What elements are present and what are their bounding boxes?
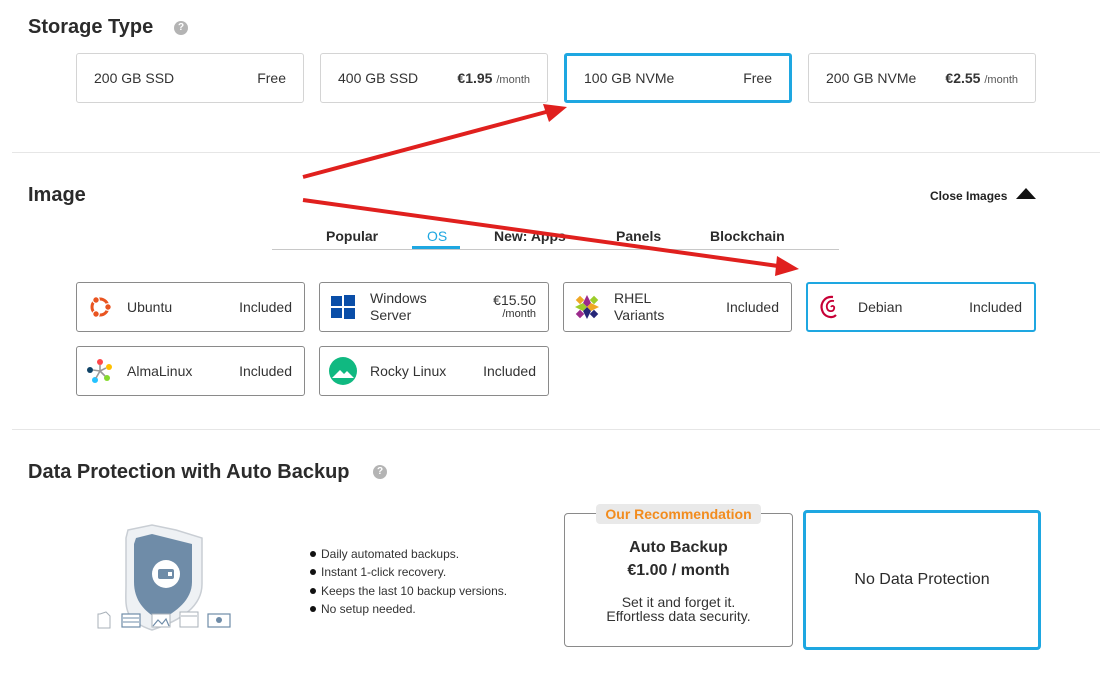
backup-features-list: Daily automated backups. Instant 1-click…: [310, 545, 507, 618]
os-price: Included: [726, 299, 779, 315]
os-price: Included: [239, 299, 292, 315]
os-card-debian[interactable]: Debian Included: [806, 282, 1036, 332]
almalinux-logo-icon: [85, 356, 115, 386]
os-name: Ubuntu: [127, 298, 173, 315]
annotation-arrowhead-icon: [775, 256, 799, 276]
storage-option-name: 200 GB SSD: [94, 70, 175, 86]
close-images-link[interactable]: Close Images: [930, 189, 1007, 203]
os-price-per: /month: [502, 308, 536, 320]
ubuntu-logo-icon: [85, 292, 115, 322]
backup-help-icon[interactable]: ?: [373, 465, 387, 479]
storage-option-price: €2.55: [945, 70, 981, 86]
storage-option-200gb-ssd[interactable]: 200 GB SSD Free: [76, 53, 304, 103]
rocky-linux-logo-icon: [328, 356, 358, 386]
image-tabs: Popular OS New: Apps Panels Blockchain: [272, 228, 839, 250]
rhel-logo-icon: [572, 292, 602, 322]
list-item: Instant 1-click recovery.: [310, 563, 507, 581]
storage-option-price: Free: [257, 70, 286, 86]
active-tab-indicator: [412, 246, 460, 249]
tab-panels[interactable]: Panels: [616, 228, 661, 244]
data-protection-title: Data Protection with Auto Backup: [28, 461, 350, 483]
os-card-ubuntu[interactable]: Ubuntu Included: [76, 282, 305, 332]
storage-help-icon[interactable]: ?: [174, 21, 188, 35]
storage-type-title: Storage Type: [28, 16, 154, 38]
os-card-windows-server[interactable]: Windows Server €15.50 /month: [319, 282, 549, 332]
list-item: Keeps the last 10 backup versions.: [310, 582, 507, 600]
os-card-rocky-linux[interactable]: Rocky Linux Included: [319, 346, 549, 396]
storage-option-name: 100 GB NVMe: [584, 70, 675, 86]
os-name: Windows Server: [370, 290, 493, 324]
storage-option-price: Free: [743, 70, 772, 86]
os-card-almalinux[interactable]: AlmaLinux Included: [76, 346, 305, 396]
os-name-line1: Windows: [370, 290, 427, 306]
os-name: RHEL Variants: [614, 290, 726, 324]
storage-option-name: 400 GB SSD: [338, 70, 419, 86]
tab-os[interactable]: OS: [427, 228, 447, 244]
os-price: €15.50 /month: [493, 293, 536, 321]
tab-new-apps[interactable]: New: Apps: [494, 228, 566, 244]
os-price: Included: [239, 363, 292, 379]
os-name-line2: Server: [370, 307, 412, 323]
storage-option-per: /month: [984, 74, 1018, 86]
os-name: Debian: [858, 298, 903, 315]
auto-backup-title: Auto Backup: [629, 539, 728, 556]
image-title: Image: [28, 184, 86, 206]
list-item: No setup needed.: [310, 600, 507, 618]
os-card-rhel-variants[interactable]: RHEL Variants Included: [563, 282, 792, 332]
tab-blockchain[interactable]: Blockchain: [710, 228, 785, 244]
section-divider: [12, 429, 1100, 430]
storage-option-per: /month: [496, 74, 530, 86]
backup-shield-illustration: [92, 524, 237, 634]
annotation-arrow-line: [302, 110, 547, 179]
no-data-protection-option[interactable]: No Data Protection: [803, 510, 1041, 650]
os-price-amount: €15.50: [493, 292, 536, 308]
annotation-arrowhead-icon: [543, 104, 567, 122]
storage-option-name: 200 GB NVMe: [826, 70, 917, 86]
os-name: Rocky Linux: [370, 362, 447, 379]
no-data-protection-label: No Data Protection: [854, 571, 990, 588]
section-divider: [12, 152, 1100, 153]
storage-option-price: €1.95: [457, 70, 493, 86]
auto-backup-description: Effortless data security.: [606, 608, 751, 624]
os-price: Included: [969, 299, 1022, 315]
windows-logo-icon: [328, 292, 358, 322]
os-name-line1: RHEL: [614, 290, 652, 306]
auto-backup-price: €1.00 / month: [627, 562, 730, 579]
caret-up-icon[interactable]: [1016, 188, 1036, 199]
storage-option-100gb-nvme[interactable]: 100 GB NVMe Free: [564, 53, 792, 103]
list-item: Daily automated backups.: [310, 545, 507, 563]
storage-option-200gb-nvme[interactable]: 200 GB NVMe €2.55 /month: [808, 53, 1036, 103]
os-price: Included: [483, 363, 536, 379]
os-name-line2: Variants: [614, 307, 665, 323]
storage-option-400gb-ssd[interactable]: 400 GB SSD €1.95 /month: [320, 53, 548, 103]
os-name: AlmaLinux: [127, 362, 193, 379]
auto-backup-option[interactable]: Auto Backup €1.00 / month Set it and for…: [564, 513, 793, 647]
tab-popular[interactable]: Popular: [326, 228, 378, 244]
recommendation-badge: Our Recommendation: [596, 504, 761, 524]
debian-logo-icon: [816, 292, 846, 322]
